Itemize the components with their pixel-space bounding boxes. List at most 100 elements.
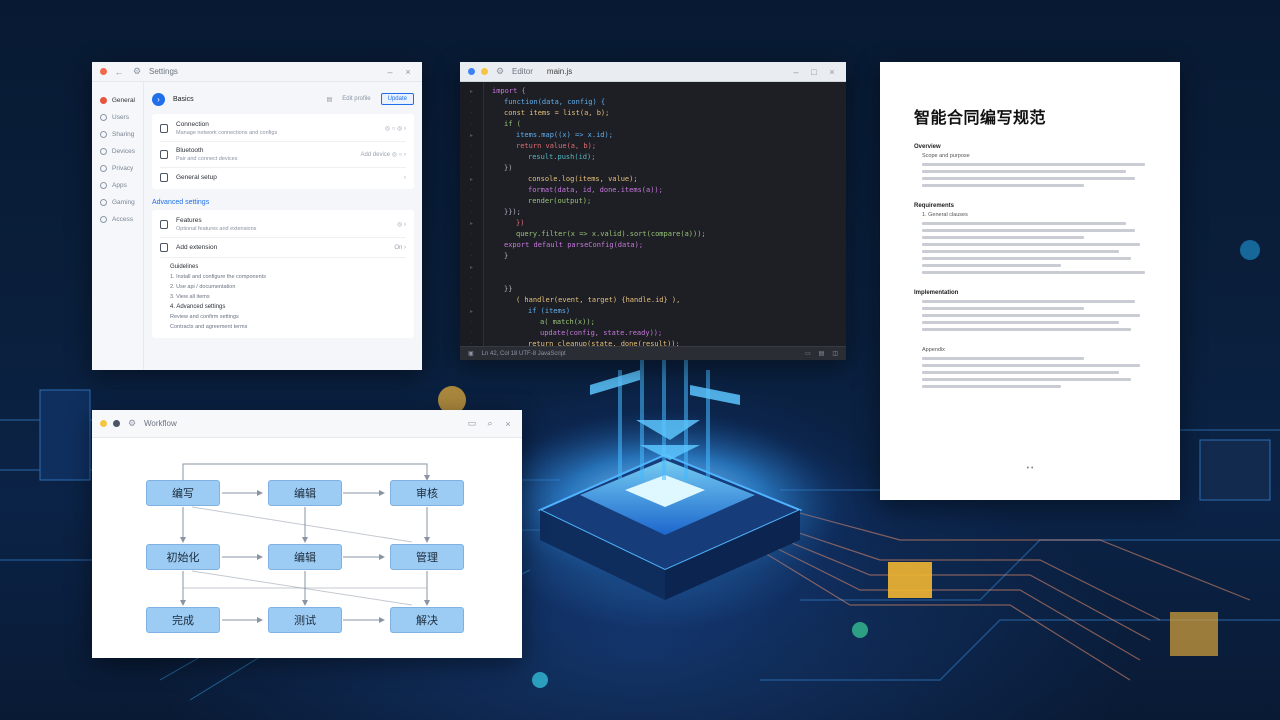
code-line[interactable]: console.log(items, value); [492, 174, 838, 185]
code-line[interactable]: import { [492, 86, 838, 97]
gear-icon[interactable]: ⚙ [494, 66, 506, 77]
settings-row-connection[interactable]: Connection Manage network connections and… [160, 116, 406, 142]
flow-node-init[interactable]: 初始化 [146, 544, 220, 570]
code-line[interactable]: ( handler(event, target) {handle.id} ), [492, 295, 838, 306]
maximize-icon[interactable]: □ [808, 67, 820, 77]
settings-row-bluetooth[interactable]: Bluetooth Pair and connect devices Add de… [160, 142, 406, 168]
close-icon[interactable]: × [502, 419, 514, 429]
gutter-marker[interactable]: · [460, 253, 483, 264]
flow-node-resolve[interactable]: 解决 [390, 607, 464, 633]
flow-node-review[interactable]: 审核 [390, 480, 464, 506]
gutter-marker[interactable]: ▸ [460, 264, 483, 275]
gutter-marker[interactable]: ▸ [460, 308, 483, 319]
sidebar-item-privacy[interactable]: Privacy [92, 160, 143, 177]
flow-node-manage[interactable]: 管理 [390, 544, 464, 570]
code-line[interactable]: } [492, 251, 838, 262]
code-line[interactable]: format(data, id, done.items(a)); [492, 185, 838, 196]
flow-node-complete[interactable]: 完成 [146, 607, 220, 633]
gutter-marker[interactable]: · [460, 121, 483, 132]
window-dot-icon[interactable] [100, 420, 107, 427]
code-line[interactable]: }} [492, 284, 838, 295]
code-line[interactable]: if ( [492, 119, 838, 130]
page-indicator[interactable]: • • [880, 465, 1180, 472]
window-dot-icon[interactable] [468, 68, 475, 75]
gutter-marker[interactable]: · [460, 275, 483, 286]
settings-row-extension[interactable]: Add extension On › [160, 238, 406, 258]
minimize-icon[interactable]: – [790, 67, 802, 77]
sidebar-item-sharing[interactable]: Sharing [92, 126, 143, 143]
window-dot-icon[interactable] [113, 420, 120, 427]
code-line[interactable]: render(output); [492, 196, 838, 207]
code-line[interactable]: if (items) [492, 306, 838, 317]
window-dot-icon[interactable] [100, 68, 107, 75]
minimize-icon[interactable]: – [384, 67, 396, 77]
code-line[interactable]: function(data, config) { [492, 97, 838, 108]
settings-row-features[interactable]: Features Optional features and extensions… [160, 212, 406, 238]
row-controls[interactable]: Add device ◎ ○ › [360, 151, 406, 158]
gutter-marker[interactable]: ▸ [460, 88, 483, 99]
gutter-marker[interactable]: · [460, 198, 483, 209]
code-line[interactable]: update(config, state.ready)); [492, 328, 838, 339]
row-controls[interactable]: On › [394, 245, 406, 251]
chevron-right-icon[interactable]: › [404, 175, 406, 181]
gutter-marker[interactable]: · [460, 143, 483, 154]
code-line[interactable]: a( match(x)); [492, 317, 838, 328]
close-icon[interactable]: × [402, 67, 414, 77]
grid-icon[interactable]: ▤ [327, 96, 333, 103]
file-tab[interactable]: main.js [547, 67, 572, 76]
gutter-marker[interactable]: · [460, 165, 483, 176]
window-dot-icon[interactable] [481, 68, 488, 75]
gear-icon[interactable]: ⚙ [131, 66, 143, 77]
code-line[interactable]: return value(a, b); [492, 141, 838, 152]
gutter-marker[interactable]: · [460, 187, 483, 198]
terminal-icon[interactable]: ▣ [468, 350, 474, 357]
gutter-marker[interactable]: ▸ [460, 220, 483, 231]
search-icon[interactable]: ⌕ [484, 418, 496, 429]
gutter-marker[interactable]: · [460, 99, 483, 110]
code-area[interactable]: import {function(data, config) {const it… [484, 82, 846, 346]
sidebar-item-access[interactable]: Access [92, 211, 143, 228]
edit-profile-link[interactable]: Edit profile [342, 96, 370, 102]
split-icon[interactable]: ◫ [832, 350, 838, 357]
code-line[interactable] [492, 262, 838, 273]
code-line[interactable] [492, 273, 838, 284]
code-line[interactable]: export default parseConfig(data); [492, 240, 838, 251]
image-icon[interactable]: ▭ [466, 418, 478, 429]
flow-node-edit-2[interactable]: 编辑 [268, 544, 342, 570]
gear-icon[interactable]: ⚙ [126, 418, 138, 429]
code-line[interactable]: }) [492, 218, 838, 229]
back-icon[interactable]: ← [113, 67, 125, 77]
panel-icon[interactable]: ▤ [819, 350, 825, 357]
update-button[interactable]: Update [380, 93, 414, 105]
sidebar-item-devices[interactable]: Devices [92, 143, 143, 160]
gutter-marker[interactable]: · [460, 319, 483, 330]
flow-node-test[interactable]: 测试 [268, 607, 342, 633]
gutter-marker[interactable]: · [460, 286, 483, 297]
sidebar-item-gaming[interactable]: Gaming [92, 194, 143, 211]
gutter-marker[interactable]: · [460, 231, 483, 242]
gutter-marker[interactable]: · [460, 242, 483, 253]
gutter-marker[interactable]: ▸ [460, 176, 483, 187]
code-line[interactable]: return cleanup(state, done(result)); [492, 339, 838, 346]
code-line[interactable]: items.map((x) => x.id); [492, 130, 838, 141]
code-line[interactable]: }}); [492, 207, 838, 218]
sidebar-item-general[interactable]: General [92, 92, 143, 109]
gutter-marker[interactable]: · [460, 209, 483, 220]
flow-node-edit[interactable]: 编辑 [268, 480, 342, 506]
gutter-marker[interactable]: · [460, 154, 483, 165]
code-line[interactable]: }) [492, 163, 838, 174]
flow-node-write[interactable]: 编写 [146, 480, 220, 506]
code-line[interactable]: query.filter(x => x.valid).sort(compare(… [492, 229, 838, 240]
gutter-marker[interactable]: · [460, 110, 483, 121]
row-controls[interactable]: ◎ › [397, 221, 406, 228]
layout-icon[interactable]: ▭ [805, 350, 811, 357]
gutter-marker[interactable]: · [460, 330, 483, 341]
code-line[interactable]: const items = list(a, b); [492, 108, 838, 119]
close-icon[interactable]: × [826, 67, 838, 77]
sidebar-item-apps[interactable]: Apps [92, 177, 143, 194]
sidebar-item-users[interactable]: Users [92, 109, 143, 126]
settings-row-general-setup[interactable]: General setup › [160, 168, 406, 187]
row-controls[interactable]: ◎ ○ ◎ › [385, 125, 406, 132]
gutter-marker[interactable]: · [460, 297, 483, 308]
gutter-marker[interactable]: ▸ [460, 132, 483, 143]
